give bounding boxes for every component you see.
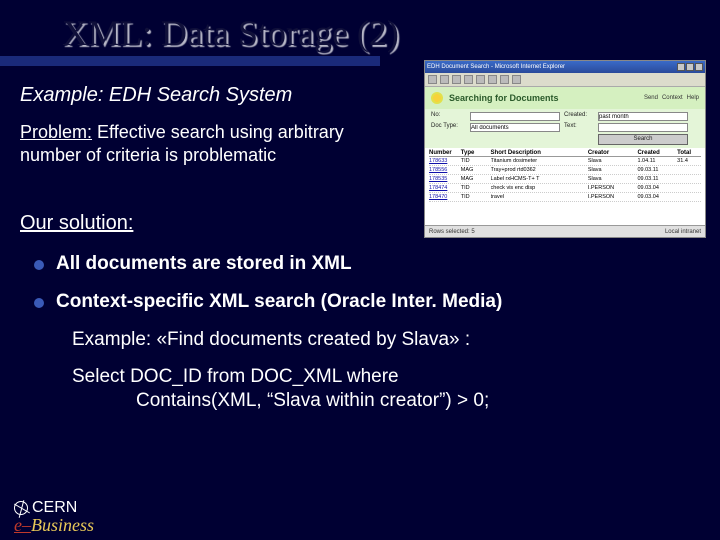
cern-logo-icon (14, 501, 28, 515)
thumb-banner-tabs: Send Context Help (644, 95, 699, 101)
thumb-label: No: (431, 112, 466, 121)
sql-example: Select DOC_ID from DOC_XML where Contain… (72, 365, 700, 413)
embedded-screenshot: EDH Document Search - Microsoft Internet… (424, 60, 706, 238)
thumb-status-bar: Rows selected: 5 Local intranet (425, 225, 705, 237)
slide-content: Example: EDH Search System Problem: Effe… (0, 60, 720, 413)
bullet-text: All documents are stored in XML (56, 253, 352, 275)
thumb-window-title: EDH Document Search - Microsoft Internet… (427, 64, 565, 70)
table-row: 178535MAGLabel rxHCMS-T+ TSlava09.03.11 (429, 175, 701, 184)
footer-brand: e–Business (14, 516, 94, 534)
thumb-search-form: No: Created: Doc Type: Text: Search (425, 109, 705, 148)
thumb-label: Text: (564, 123, 594, 132)
thumb-tab: Context (662, 95, 683, 101)
bullet-item: Context-specific XML search (Oracle Inte… (34, 291, 700, 313)
thumb-label: Created: (564, 112, 594, 121)
sunflower-icon (431, 92, 443, 104)
thumb-tab: Send (644, 95, 658, 101)
example-query-description: Example: «Find documents created by Slav… (72, 329, 700, 351)
sql-line-1: Select DOC_ID from DOC_XML where (72, 366, 399, 387)
bullet-list: All documents are stored in XML Context-… (20, 253, 700, 313)
thumb-search-button: Search (598, 134, 688, 145)
footer-brand-dash: – (22, 515, 31, 535)
footer-org: CERN (32, 500, 77, 516)
thumb-results-table: NumberTypeShort DescriptionCreatorCreate… (425, 148, 705, 225)
table-row: 178633TIDTitanium dosimeterSlava1.04.113… (429, 157, 701, 166)
slide-footer: CERN e–Business (14, 500, 94, 534)
thumb-status-left: Rows selected: 5 (429, 229, 475, 235)
bullet-text: Context-specific XML search (Oracle Inte… (56, 291, 502, 313)
thumb-table-header: NumberTypeShort DescriptionCreatorCreate… (429, 150, 701, 157)
thumb-window-controls (677, 63, 703, 71)
thumb-browser-toolbar (425, 73, 705, 87)
thumb-label: Doc Type: (431, 123, 466, 132)
table-row: 178470TIDtravelI.PERSON09.03.04 (429, 193, 701, 202)
sql-line-2: Contains(XML, “Slava within creator”) > … (72, 389, 700, 413)
table-row: 178474TIDcheck vis enc dispI.PERSON09.03… (429, 184, 701, 193)
footer-org-line: CERN (14, 500, 94, 516)
problem-text: Problem: Effective search using arbitrar… (20, 121, 400, 166)
problem-label: Problem: (20, 122, 92, 142)
footer-brand-e: e (14, 515, 22, 535)
table-row: 178556MAGTray+prod rtd0362Slava09.03.11 (429, 166, 701, 175)
thumb-page-banner: Searching for Documents Send Context Hel… (425, 87, 705, 109)
thumb-tab: Help (687, 95, 699, 101)
footer-brand-rest: Business (31, 515, 94, 535)
thumb-input-type (470, 123, 560, 132)
slide-title: XML: Data Storage (2) (0, 0, 720, 60)
thumb-input-text (598, 123, 688, 132)
thumb-input-created (598, 112, 688, 121)
bullet-icon (34, 298, 44, 308)
thumb-banner-text: Searching for Documents (449, 93, 559, 103)
thumb-status-right: Local intranet (665, 229, 701, 235)
bullet-item: All documents are stored in XML (34, 253, 700, 275)
thumb-window-titlebar: EDH Document Search - Microsoft Internet… (425, 61, 705, 73)
bullet-icon (34, 260, 44, 270)
thumb-input-no (470, 112, 560, 121)
